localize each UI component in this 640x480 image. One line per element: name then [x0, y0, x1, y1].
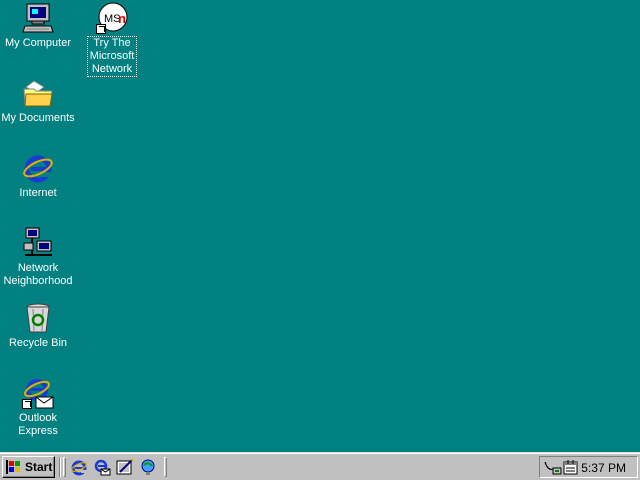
outlook-express-icon — [22, 377, 54, 409]
desktop-icon-network-neighborhood[interactable]: Network Neighborhood — [0, 227, 76, 288]
desktop-icon-label: Internet — [19, 187, 57, 199]
quick-launch-grip[interactable] — [63, 457, 66, 477]
taskbar-separator — [59, 457, 61, 477]
scheduler-tray-icon[interactable] — [562, 459, 580, 475]
desktop[interactable]: My Computer My Documents Internet Networ… — [0, 0, 640, 452]
quick-launch-outlook-express-icon[interactable] — [93, 458, 111, 476]
quick-launch-internet-explorer-icon[interactable] — [70, 458, 88, 476]
internet-explorer-icon — [22, 152, 54, 184]
desktop-icon-my-computer[interactable]: My Computer — [0, 2, 76, 50]
desktop-icon-label: My Computer — [4, 37, 72, 49]
desktop-icon-recycle-bin[interactable]: Recycle Bin — [0, 302, 76, 350]
desktop-icon-label: Recycle Bin — [8, 337, 68, 349]
folder-icon — [22, 77, 54, 109]
desktop-icon-internet[interactable]: Internet — [0, 152, 76, 200]
network-tray-icon[interactable] — [544, 459, 562, 475]
system-tray: 5:37 PM — [539, 456, 638, 478]
taskbar: Start 5:37 PM — [0, 452, 640, 480]
computer-icon — [22, 2, 54, 34]
clock[interactable]: 5:37 PM — [581, 461, 626, 475]
msn-icon: MS n — [96, 2, 128, 34]
desktop-icon-label: My Documents — [1, 112, 75, 124]
shortcut-arrow-icon — [96, 24, 106, 34]
desktop-icon-my-documents[interactable]: My Documents — [0, 77, 76, 125]
desktop-icon-outlook-express[interactable]: Outlook Express — [0, 377, 76, 438]
taskbar-grip[interactable] — [164, 457, 167, 477]
start-label: Start — [25, 460, 53, 474]
shortcut-arrow-icon — [22, 399, 32, 409]
recycle-bin-icon — [22, 302, 54, 334]
desktop-icon-label: Try The Microsoft Network — [87, 36, 137, 77]
desktop-icon-label: Network Neighborhood — [3, 262, 73, 287]
quick-launch-channels-icon[interactable] — [139, 458, 157, 476]
network-icon — [22, 227, 54, 259]
windows-logo-icon — [6, 460, 22, 474]
desktop-icon-label: Outlook Express — [18, 412, 58, 437]
start-button[interactable]: Start — [2, 456, 55, 478]
quick-launch-show-desktop-icon[interactable] — [116, 458, 134, 476]
svg-text:n: n — [118, 11, 126, 26]
desktop-icon-msn[interactable]: MS n Try The Microsoft Network — [74, 2, 150, 77]
